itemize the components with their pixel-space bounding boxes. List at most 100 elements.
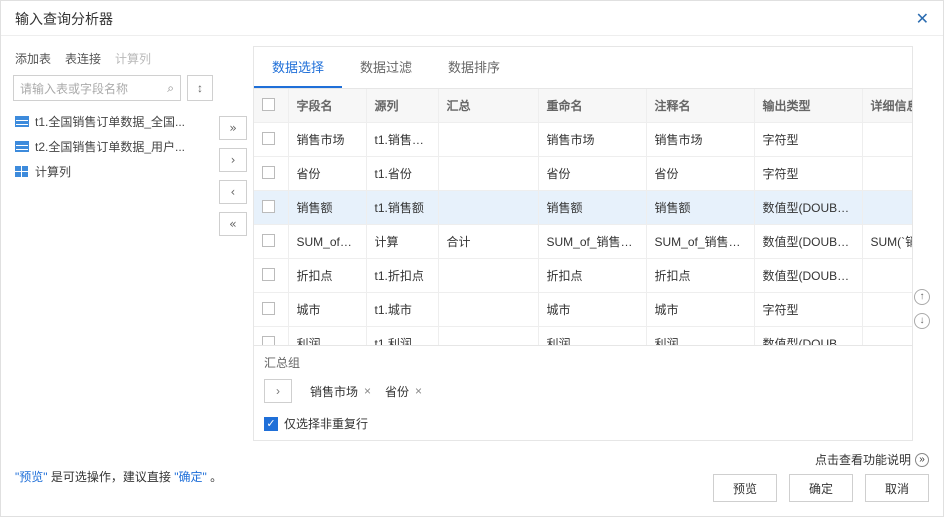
cell-agg — [438, 327, 538, 346]
tab-data-select[interactable]: 数据选择 — [254, 47, 342, 88]
transfer-buttons: » › ‹ « — [213, 46, 253, 441]
search-icon[interactable]: ⌕ — [167, 81, 174, 96]
tree-item[interactable]: t2.全国销售订单数据_用户... — [13, 134, 213, 159]
checkbox-all[interactable] — [262, 98, 275, 111]
cell-detail: SUM(`销售额`) — [862, 225, 912, 259]
cell-agg — [438, 123, 538, 157]
cell-detail — [862, 293, 912, 327]
cell-detail — [862, 191, 912, 225]
row-checkbox[interactable] — [262, 166, 275, 179]
distinct-label: 仅选择非重复行 — [284, 415, 368, 432]
move-down-icon[interactable]: ↓ — [914, 313, 930, 329]
cell-agg — [438, 259, 538, 293]
source-tree: t1.全国销售订单数据_全国... t2.全国销售订单数据_用户... 计算列 — [13, 109, 213, 184]
row-checkbox[interactable] — [262, 132, 275, 145]
cell-agg — [438, 191, 538, 225]
chip-remove-icon[interactable]: × — [364, 384, 371, 398]
col-rename: 重命名 — [538, 89, 646, 123]
cell-rename: SUM_of_销售额1 — [538, 225, 646, 259]
group-chip[interactable]: 省份 × — [385, 383, 422, 400]
close-icon[interactable]: ✕ — [916, 9, 929, 29]
cell-comment: 销售市场 — [646, 123, 754, 157]
cell-comment: 省份 — [646, 157, 754, 191]
table-row[interactable]: 销售额t1.销售额销售额销售额数值型(DOUBLE)✕ — [254, 191, 912, 225]
col-field: 字段名 — [288, 89, 366, 123]
col-agg: 汇总 — [438, 89, 538, 123]
cell-outtype: 数值型(DOUBLE) — [754, 225, 862, 259]
btn-move-all-right[interactable]: » — [219, 116, 247, 140]
cell-rename: 城市 — [538, 293, 646, 327]
help-link[interactable]: 点击查看功能说明» — [815, 451, 929, 468]
btn-move-left[interactable]: ‹ — [219, 180, 247, 204]
cell-source: t1.省份 — [366, 157, 438, 191]
preview-button[interactable]: 预览 — [713, 474, 777, 502]
tree-item[interactable]: t1.全国销售订单数据_全国... — [13, 109, 213, 134]
row-checkbox[interactable] — [262, 200, 275, 213]
cell-outtype: 字符型 — [754, 157, 862, 191]
table-row[interactable]: 利润t1.利润利润利润数值型(DOUBLE)✕ — [254, 327, 912, 346]
table-icon — [15, 116, 29, 127]
cell-source: 计算 — [366, 225, 438, 259]
btn-move-all-left[interactable]: « — [219, 212, 247, 236]
ok-button[interactable]: 确定 — [789, 474, 853, 502]
cell-detail — [862, 327, 912, 346]
btn-move-right[interactable]: › — [219, 148, 247, 172]
table-row[interactable]: 省份t1.省份省份省份字符型✕ — [254, 157, 912, 191]
group-chip[interactable]: 销售市场 × — [310, 383, 371, 400]
row-checkbox[interactable] — [262, 302, 275, 315]
cell-rename: 销售额 — [538, 191, 646, 225]
cell-source: t1.利润 — [366, 327, 438, 346]
calc-icon — [15, 166, 29, 178]
cell-field: 省份 — [288, 157, 366, 191]
cell-comment: 销售额 — [646, 191, 754, 225]
cell-source: t1.折扣点 — [366, 259, 438, 293]
sort-icon[interactable]: ↕ — [187, 75, 213, 101]
chip-remove-icon[interactable]: × — [415, 384, 422, 398]
tab-calc-column[interactable]: 计算列 — [115, 50, 151, 67]
chip-label: 销售市场 — [310, 383, 358, 400]
cancel-button[interactable]: 取消 — [865, 474, 929, 502]
table-row[interactable]: SUM_of_销售计算合计SUM_of_销售额1SUM_of_销售额1数值型(D… — [254, 225, 912, 259]
help-arrow-icon: » — [915, 453, 929, 467]
cell-detail — [862, 157, 912, 191]
cell-field: 利润 — [288, 327, 366, 346]
tab-data-sort[interactable]: 数据排序 — [430, 47, 518, 88]
row-checkbox[interactable] — [262, 336, 275, 346]
cell-field: 销售市场 — [288, 123, 366, 157]
cell-agg — [438, 157, 538, 191]
table-row[interactable]: 折扣点t1.折扣点折扣点折扣点数值型(DOUBLE)✕ — [254, 259, 912, 293]
cell-comment: SUM_of_销售额1 — [646, 225, 754, 259]
dialog-title: 输入查询分析器 — [15, 9, 113, 29]
tree-item-label: 计算列 — [35, 163, 71, 180]
cell-source: t1.销售市场 — [366, 123, 438, 157]
group-expand-icon[interactable]: › — [264, 379, 292, 403]
col-detail: 详细信息 — [862, 89, 912, 123]
left-pane: 添加表 表连接 计算列 请输入表或字段名称 ⌕ ↕ t1.全国销售订单数据_全国… — [13, 46, 213, 441]
tree-item[interactable]: 计算列 — [13, 159, 213, 184]
table-row[interactable]: 销售市场t1.销售市场销售市场销售市场字符型✕ — [254, 123, 912, 157]
distinct-checkbox[interactable]: ✓ — [264, 417, 278, 431]
tree-item-label: t1.全国销售订单数据_全国... — [35, 113, 185, 130]
cell-source: t1.城市 — [366, 293, 438, 327]
tab-table-join[interactable]: 表连接 — [65, 50, 101, 67]
cell-outtype: 数值型(DOUBLE) — [754, 191, 862, 225]
chip-label: 省份 — [385, 383, 409, 400]
cell-rename: 利润 — [538, 327, 646, 346]
cell-field: 销售额 — [288, 191, 366, 225]
cell-rename: 折扣点 — [538, 259, 646, 293]
cell-outtype: 字符型 — [754, 123, 862, 157]
move-up-icon[interactable]: ↑ — [914, 289, 930, 305]
cell-rename: 销售市场 — [538, 123, 646, 157]
cell-source: t1.销售额 — [366, 191, 438, 225]
cell-outtype: 数值型(DOUBLE) — [754, 259, 862, 293]
search-input[interactable]: 请输入表或字段名称 ⌕ — [13, 75, 181, 101]
cell-rename: 省份 — [538, 157, 646, 191]
tab-data-filter[interactable]: 数据过滤 — [342, 47, 430, 88]
group-chips: 销售市场 × 省份 × — [310, 383, 422, 400]
col-outtype: 输出类型 — [754, 89, 862, 123]
table-row[interactable]: 城市t1.城市城市城市字符型✕ — [254, 293, 912, 327]
tab-add-table[interactable]: 添加表 — [15, 50, 51, 67]
row-checkbox[interactable] — [262, 268, 275, 281]
row-checkbox[interactable] — [262, 234, 275, 247]
footer-hint: "预览" 是可选操作，建议直接 "确定" 。 — [15, 468, 222, 485]
